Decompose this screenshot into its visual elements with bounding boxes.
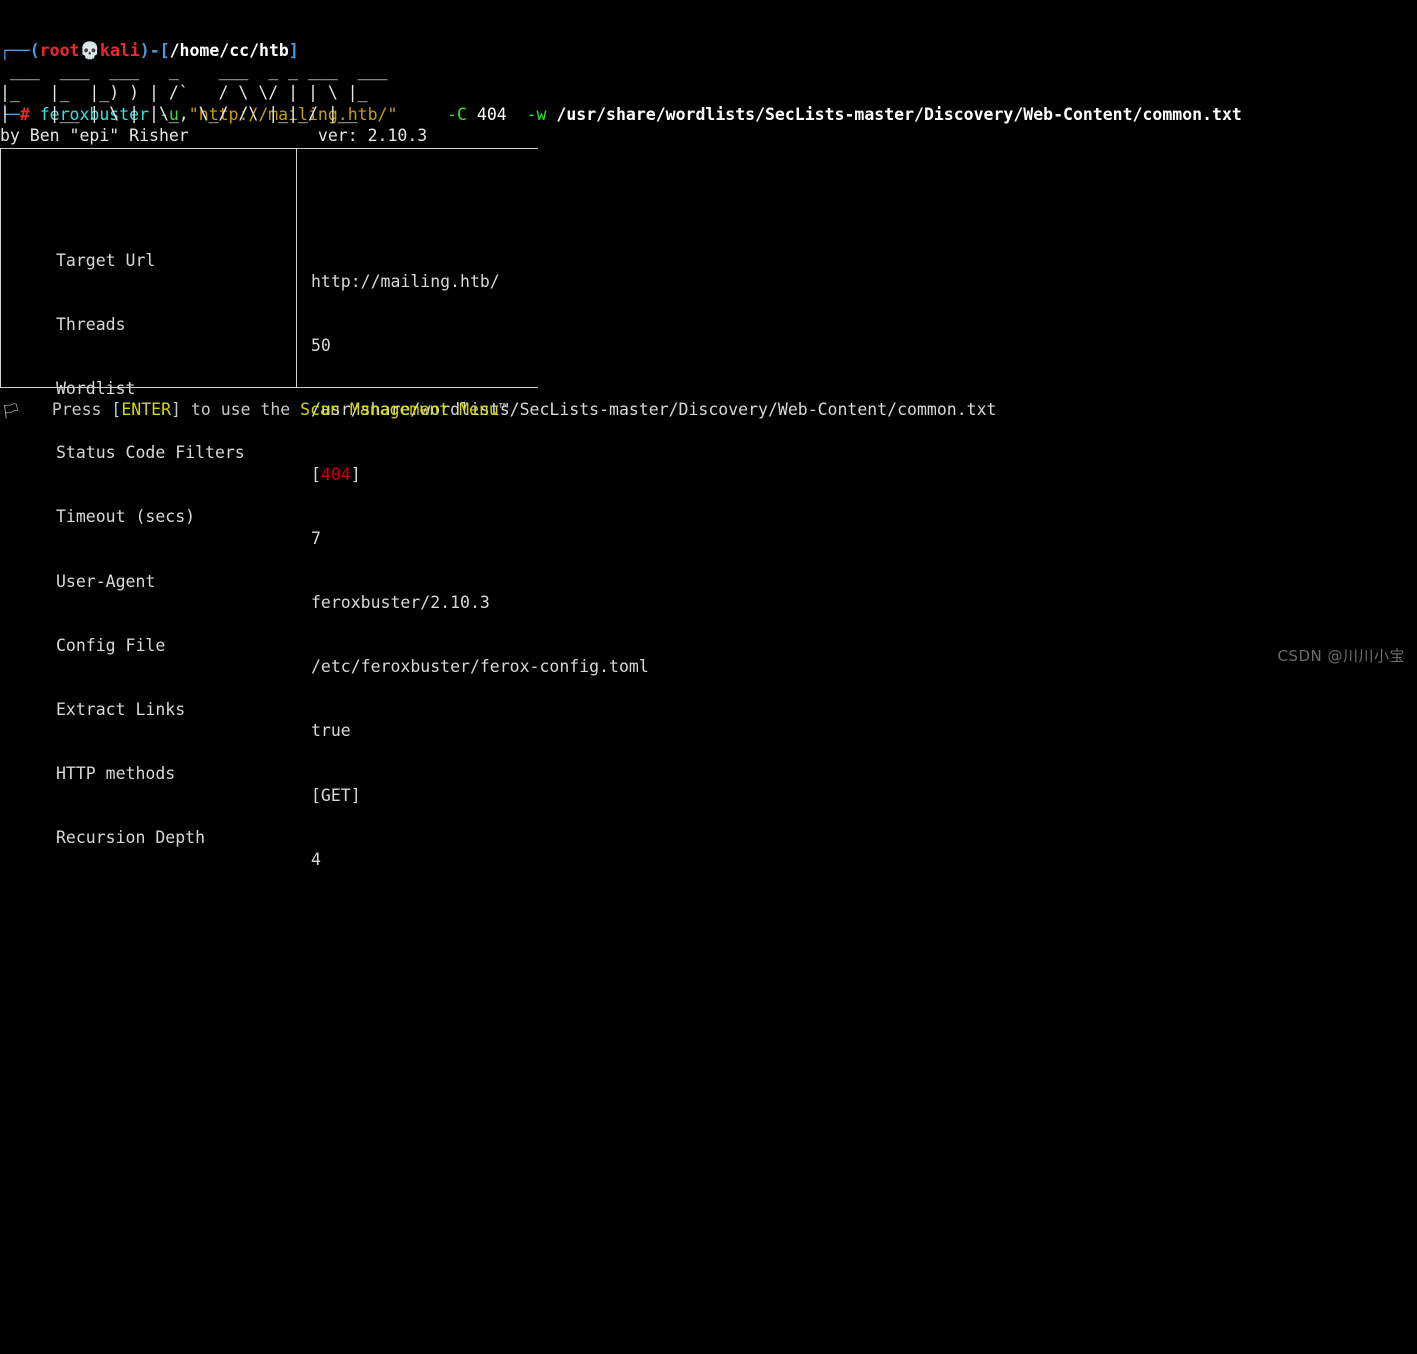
config-row: Target Url http://mailing.htb/ [0,228,538,291]
config-summary-box: Target Url http://mailing.htb/ Threads 5… [0,148,996,869]
banner-version-space [358,126,368,145]
banner-art-line-1: ___ ___ ___ _ ___ _ _ ___ ___ [0,61,398,80]
table-row: 200 GET 2485l 15038w 1505848c http://mai… [0,951,1417,972]
enter-key-label: ENTER [121,400,172,419]
table-row: 200 GET 1l 5w 31c http://mailing.htb/dow… [0,630,1417,651]
table-row: 200 GET 17977l 103391w 11149863c http://… [0,1165,1417,1186]
space-5 [467,105,477,124]
table-row: 404 GET 29l 94w 1251c Auto-filtering fou… [0,523,1417,544]
filter-code-value: 404 [476,104,507,124]
skull-icon: 💀 [79,40,101,60]
hint-gap [22,400,52,419]
config-row: Wordlist /usr/share/wordlists/SecLists-m… [0,357,996,419]
banner-art-line-3: | |__ | \ | |\_, \_/ /\ |_|_/ |__ [0,104,368,123]
flag-icon: 🏳 [1,401,21,420]
scan-management-hint[interactable]: 🏳 Press [ENTER] to use the Scan Manageme… [0,399,509,421]
config-key: Target Url [56,250,156,270]
hint-middle: ] to use the [171,400,301,419]
ferric-oxide-banner: ___ ___ ___ _ ___ _ _ ___ ___ |_ |_ |_) … [0,60,427,146]
banner-byline: by Ben "epi" Risher [0,125,189,145]
config-key: Wordlist [56,379,136,399]
hint-prefix: Press [ [51,400,122,419]
scan-menu-label: Scan Management Menu [300,400,499,419]
banner-version: 2.10.3 [367,125,428,145]
banner-version-label: ver: [317,125,358,145]
flag-c: -C [447,104,467,124]
wordlist-argument: /usr/share/wordlists/SecLists-master/Dis… [556,104,1242,124]
table-row: 200 GET 132l 375w 4681c http://mailing.h… [0,1272,1417,1293]
config-value: http://mailing.htb/ [311,272,500,292]
space-6 [507,105,527,124]
prompt-user: root [39,40,80,60]
trademark-symbol: ™ [498,400,509,419]
flag-w: -w [526,104,547,124]
csdn-watermark: CSDN @川川小宝 [1277,646,1405,665]
scan-results-list: 404 GET 29l 94w 1251c Auto-filtering fou… [0,437,1417,1354]
table-row: 200 GET 2932l 17970w 1477653c http://mai… [0,1058,1417,1079]
table-row: 200 GET 3l 25w 541c http://mailing.htb/a… [0,737,1417,758]
config-row: Threads 50 [0,292,538,355]
prompt-open-bracket: ┌──( [0,40,40,60]
terminal-window[interactable]: ┌──(root💀kali)-[/home/cc/htb] └─# feroxb… [0,0,1417,869]
config-box-top-border [0,148,538,149]
prompt-path: /home/cc/htb [169,40,289,60]
prompt-host: kali [100,40,140,60]
banner-gap [189,126,318,145]
prompt-mid-bracket: )-[ [139,40,170,60]
banner-art-line-2: |_ |_ |_) ) | /` / \ \/ | | \ |_ [0,82,388,102]
prompt-close-bracket: ] [288,40,299,60]
table-row: 200 GET 1144l 5804w 695263c http://maili… [0,844,1417,865]
config-value: 50 [311,336,331,356]
prompt-line-1: ┌──(root💀kali)-[/home/cc/htb] [0,40,1417,61]
config-key: Threads [56,314,126,334]
space-7 [546,105,556,124]
